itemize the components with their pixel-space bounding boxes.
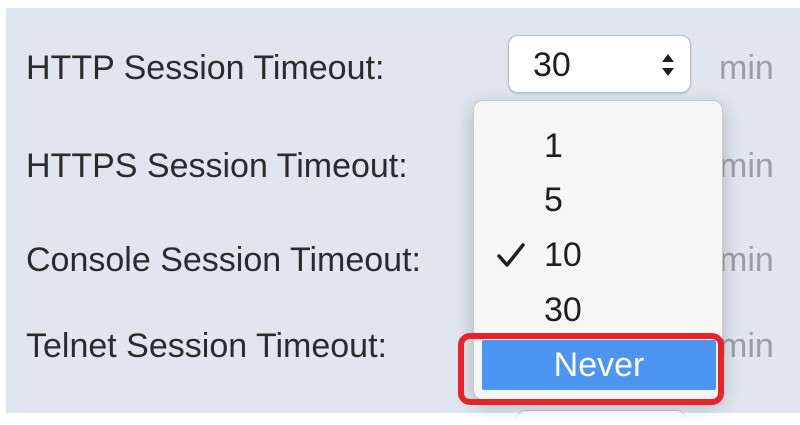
session-timeout-panel: HTTP Session Timeout: HTTPS Session Time…	[6, 8, 800, 425]
telnet-session-timeout-label: Telnet Session Timeout:	[26, 327, 387, 365]
https-unit-label: min	[719, 147, 774, 185]
option-5[interactable]: 5	[474, 174, 722, 226]
console-session-timeout-label: Console Session Timeout:	[26, 241, 421, 279]
telnet-session-timeout-select[interactable]	[516, 410, 686, 425]
console-unit-label: min	[719, 241, 774, 279]
option-1-label: 1	[544, 127, 563, 165]
option-10-label: 10	[544, 236, 582, 274]
stepper-arrows-icon	[662, 54, 674, 76]
option-30-label: 30	[544, 291, 582, 329]
option-30[interactable]: 30	[474, 284, 722, 336]
http-session-timeout-label: HTTP Session Timeout:	[26, 49, 385, 87]
http-select-value: 30	[533, 46, 571, 84]
http-session-timeout-select[interactable]: 30	[508, 35, 691, 93]
option-5-label: 5	[544, 181, 563, 219]
option-1[interactable]: 1	[474, 120, 722, 172]
http-unit-label: min	[719, 49, 774, 87]
option-10[interactable]: 10	[474, 229, 722, 281]
red-annotation-box	[458, 333, 724, 405]
checkmark-icon	[497, 243, 525, 267]
https-session-timeout-label: HTTPS Session Timeout:	[26, 147, 408, 185]
telnet-unit-label: min	[719, 327, 774, 365]
